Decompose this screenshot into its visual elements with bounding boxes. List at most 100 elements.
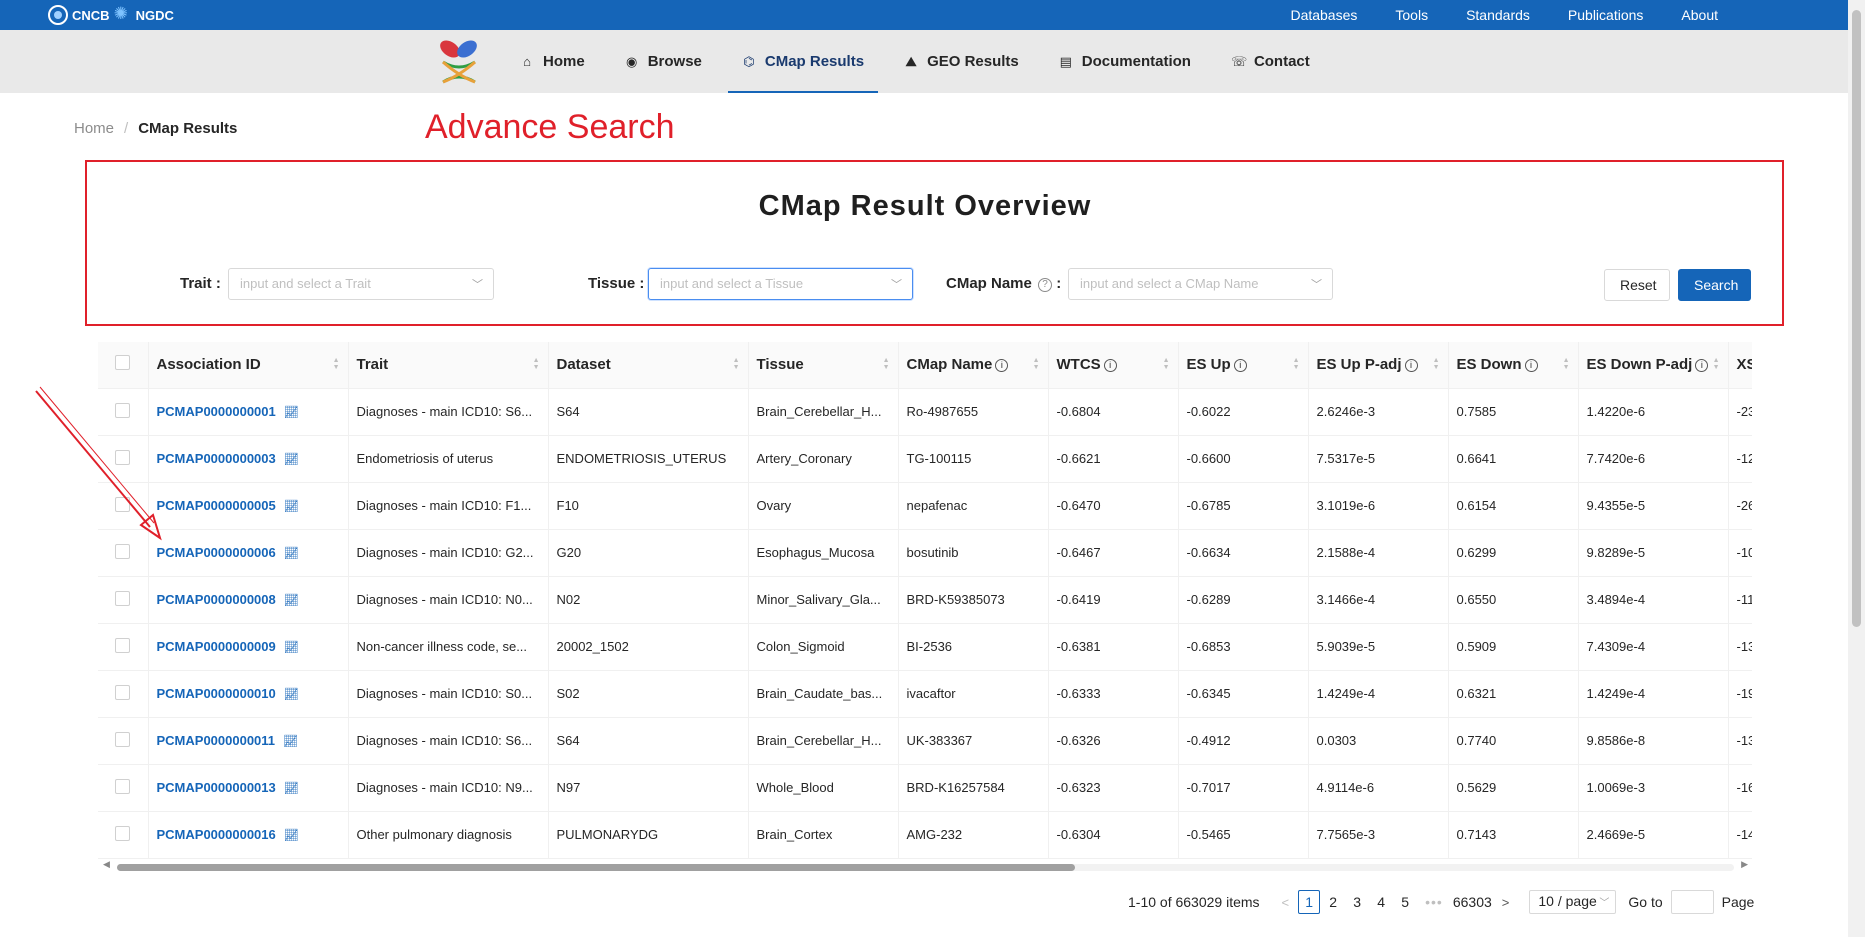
prev-page-icon[interactable]: < [1282,895,1290,910]
association-id-link[interactable]: PCMAP0000000001 [157,404,276,419]
vertical-scroll-thumb[interactable] [1852,10,1861,627]
horizontal-scrollbar[interactable]: ◀ ▶ [103,859,1748,872]
page-last[interactable]: 66303 [1452,890,1493,914]
vertical-scrollbar[interactable] [1848,0,1865,937]
table-cell[interactable]: PCMAP0000000011 📈︎ [147,717,348,765]
table-row[interactable]: PCMAP0000000005 📈︎ Diagnoses - main ICD10:… [98,482,1752,530]
chart-icon[interactable]: 📈︎ [283,734,298,748]
association-id-link[interactable]: PCMAP0000000008 [157,592,276,607]
sort-icon[interactable]: ▲ ▼ [1163,357,1170,371]
column-header-dataset[interactable]: Dataset ▲ ▼ [547,342,748,389]
table-cell[interactable]: PCMAP0000000005 📈︎ [147,482,348,530]
row-checkbox[interactable] [115,590,131,606]
info-circle-icon[interactable]: i [1233,359,1247,373]
info-circle-icon[interactable]: i [1524,359,1538,373]
table-cell[interactable]: PCMAP0000000008 📈︎ [147,576,348,624]
scroll-left-arrow-icon[interactable]: ◀ [103,859,110,870]
column-header-es-down[interactable]: ES Down i ▲ ▼ [1447,342,1578,389]
sort-icon[interactable]: ▲ ▼ [1033,357,1040,371]
column-header-trait[interactable]: Trait ▲ ▼ [347,342,548,389]
table-row[interactable]: PCMAP0000000011 📈︎ Diagnoses - main ICD10:… [98,717,1752,765]
table-cell[interactable]: PCMAP0000000003 📈︎ [147,435,348,483]
sort-icon[interactable]: ▲ ▼ [1563,357,1570,371]
row-checkbox[interactable] [115,637,131,653]
table-cell[interactable]: PCMAP0000000016 📈︎ [147,811,348,859]
table-row[interactable]: PCMAP0000000001 📈︎ Diagnoses - main ICD10:… [98,388,1752,436]
chart-icon[interactable]: 📈︎ [284,781,299,795]
table-row[interactable]: PCMAP0000000010 📈︎ Diagnoses - main ICD10:… [98,670,1752,718]
page-1[interactable]: 1 [1298,890,1321,914]
sort-icon[interactable]: ▲ ▼ [733,357,740,371]
chart-icon[interactable]: 📈︎ [284,546,299,560]
chart-icon[interactable]: 📈︎ [284,828,299,842]
column-header-es-up-p-adj[interactable]: ES Up P-adj i ▲ ▼ [1307,342,1448,389]
info-circle-icon[interactable]: i [995,359,1009,373]
scroll-right-arrow-icon[interactable]: ▶ [1741,859,1748,870]
table-row[interactable]: PCMAP0000000003 📈︎ Endometriosis of uterus… [98,435,1752,483]
sort-icon[interactable]: ▲ ▼ [333,357,340,371]
table-row[interactable]: PCMAP0000000016 📈︎ Other pulmonary diagnos… [98,811,1752,859]
table-cell[interactable]: PCMAP0000000013 📈︎ [147,764,348,812]
column-header-tissue[interactable]: Tissue ▲ ▼ [747,342,898,389]
scroll-thumb[interactable] [117,864,1075,871]
reset-button[interactable]: Reset [1604,269,1670,301]
association-id-link[interactable]: PCMAP0000000013 [157,780,276,795]
chart-icon[interactable]: 📈︎ [284,452,299,466]
sort-icon[interactable]: ▲ ▼ [1713,357,1720,371]
column-header-association-id[interactable]: Association ID ▲ ▼ [147,342,348,389]
table-row[interactable]: PCMAP0000000009 📈︎ Non-cancer illness code… [98,623,1752,671]
sort-icon[interactable]: ▲ ▼ [883,357,890,371]
chart-icon[interactable]: 📈︎ [284,640,299,654]
sort-icon[interactable]: ▲ ▼ [1433,357,1440,371]
topnav-standards[interactable]: Standards [1466,7,1530,23]
row-checkbox[interactable] [115,825,131,841]
page-5[interactable]: 5 [1394,890,1416,914]
question-circle-icon[interactable]: ? [1038,278,1053,292]
association-id-link[interactable]: PCMAP0000000010 [157,686,276,701]
goto-input[interactable] [1670,890,1714,914]
association-id-link[interactable]: PCMAP0000000006 [157,545,276,560]
cmap-name-select[interactable]: input and select a CMap Name ﹀ [1068,268,1333,300]
chart-icon[interactable]: 📈︎ [284,405,299,419]
association-id-link[interactable]: PCMAP0000000009 [157,639,276,654]
table-row[interactable]: PCMAP0000000006 📈︎ Diagnoses - main ICD10:… [98,529,1752,577]
column-header-xs[interactable]: XS [1727,342,1752,389]
topnav-tools[interactable]: Tools [1395,7,1428,23]
topnav-databases[interactable]: Databases [1290,7,1357,23]
table-cell[interactable]: PCMAP0000000010 📈︎ [147,670,348,718]
table-cell[interactable]: PCMAP0000000009 📈︎ [147,623,348,671]
nav-item-contact[interactable]: ☏ Contact [1217,30,1324,93]
tissue-select[interactable]: input and select a Tissue ﹀ [648,268,913,300]
column-header-es-up[interactable]: ES Up i ▲ ▼ [1177,342,1308,389]
table-cell[interactable]: PCMAP0000000006 📈︎ [147,529,348,577]
row-checkbox[interactable] [115,778,131,794]
row-checkbox[interactable] [115,684,131,700]
nav-item-documentation[interactable]: ▤ Documentation [1045,30,1205,93]
column-header-cmap-name[interactable]: CMap Name i ▲ ▼ [897,342,1048,389]
column-header-wtcs[interactable]: WTCS i ▲ ▼ [1047,342,1178,389]
topnav-about[interactable]: About [1681,7,1718,23]
association-id-link[interactable]: PCMAP0000000003 [157,451,276,466]
trait-select[interactable]: input and select a Trait ﹀ [228,268,494,300]
search-button[interactable]: Search [1678,269,1751,301]
chart-icon[interactable]: 📈︎ [284,593,299,607]
chart-icon[interactable]: 📈︎ [284,499,299,513]
page-2[interactable]: 2 [1322,890,1344,914]
nav-item-browse[interactable]: ◉ Browse [611,30,716,93]
info-circle-icon[interactable]: i [1404,359,1418,373]
table-row[interactable]: PCMAP0000000008 📈︎ Diagnoses - main ICD10:… [98,576,1752,624]
info-circle-icon[interactable]: i [1103,359,1117,373]
site-logo-icon[interactable] [433,36,485,88]
table-row[interactable]: PCMAP0000000013 📈︎ Diagnoses - main ICD10:… [98,764,1752,812]
page-4[interactable]: 4 [1370,890,1392,914]
page-size-select[interactable]: 10 / page ﹀ [1529,890,1617,914]
nav-item-cmap-results[interactable]: ⌬ CMap Results [727,30,879,93]
table-cell[interactable]: PCMAP0000000001 📈︎ [147,388,348,436]
page-ellipsis[interactable]: ••• [1425,894,1443,910]
topnav-publications[interactable]: Publications [1568,7,1644,23]
nav-item-geo-results[interactable]: ⛰ GEO Results [890,30,1033,93]
chart-icon[interactable]: 📈︎ [284,687,299,701]
row-checkbox[interactable] [115,731,131,747]
next-page-icon[interactable]: > [1502,895,1510,910]
association-id-link[interactable]: PCMAP0000000016 [157,827,276,842]
